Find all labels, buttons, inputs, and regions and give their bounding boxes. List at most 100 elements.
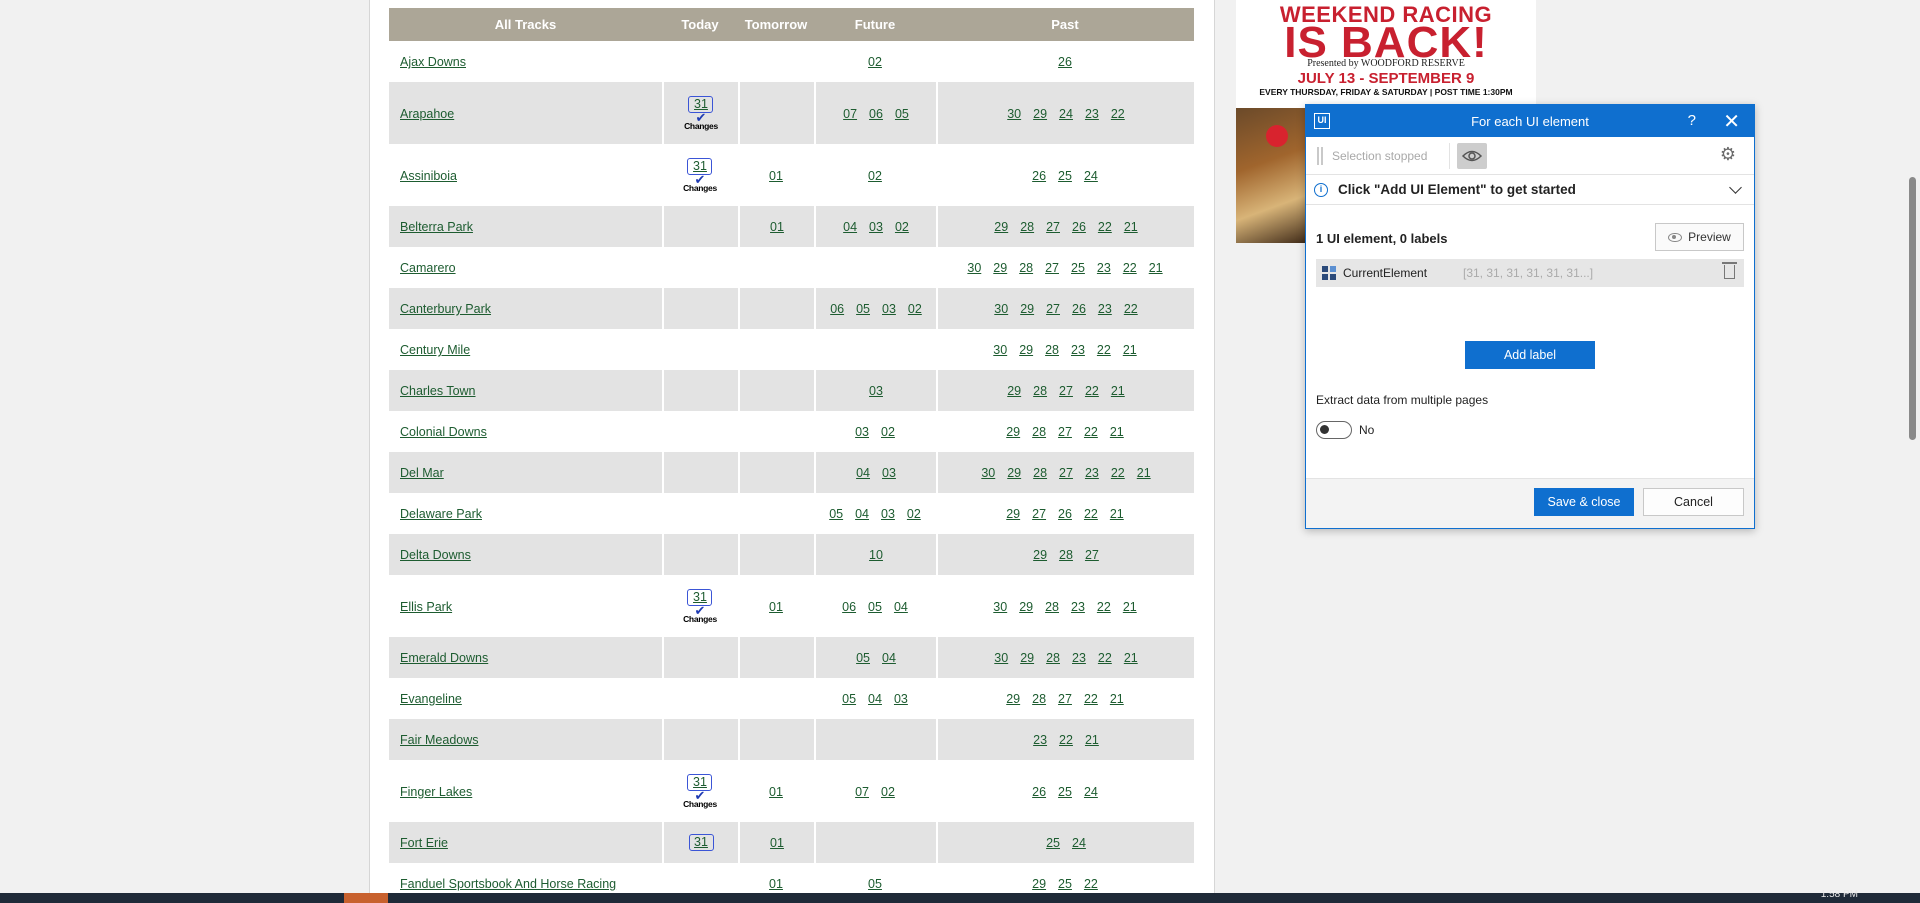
past-date-link[interactable]: 27 xyxy=(1059,384,1073,398)
past-date-link[interactable]: 22 xyxy=(1111,107,1125,121)
track-link[interactable]: Fort Erie xyxy=(400,836,448,850)
future-date-link[interactable]: 05 xyxy=(856,651,870,665)
future-date-link[interactable]: 07 xyxy=(855,785,869,799)
past-date-link[interactable]: 29 xyxy=(994,220,1008,234)
past-date-link[interactable]: 22 xyxy=(1123,261,1137,275)
taskbar-app-icon[interactable] xyxy=(108,893,152,903)
taskbar-active-app[interactable] xyxy=(344,893,388,903)
future-date-link[interactable]: 02 xyxy=(868,55,882,69)
past-date-link[interactable]: 24 xyxy=(1072,836,1086,850)
past-date-link[interactable]: 28 xyxy=(1019,261,1033,275)
future-date-link[interactable]: 03 xyxy=(882,302,896,316)
track-link[interactable]: Ellis Park xyxy=(400,600,452,614)
past-date-link[interactable]: 21 xyxy=(1110,692,1124,706)
save-close-button[interactable]: Save & close xyxy=(1534,488,1634,516)
past-date-link[interactable]: 21 xyxy=(1124,220,1138,234)
past-date-link[interactable]: 21 xyxy=(1111,384,1125,398)
past-date-link[interactable]: 23 xyxy=(1085,107,1099,121)
past-date-link[interactable]: 29 xyxy=(1006,692,1020,706)
past-date-link[interactable]: 27 xyxy=(1045,261,1059,275)
tomorrow-date-link[interactable]: 01 xyxy=(769,169,783,183)
past-date-link[interactable]: 27 xyxy=(1046,220,1060,234)
past-date-link[interactable]: 28 xyxy=(1046,651,1060,665)
past-date-link[interactable]: 29 xyxy=(1020,651,1034,665)
future-date-link[interactable]: 05 xyxy=(868,600,882,614)
past-date-link[interactable]: 26 xyxy=(1058,507,1072,521)
track-link[interactable]: Colonial Downs xyxy=(400,425,487,439)
add-label-button[interactable]: Add label xyxy=(1465,341,1595,369)
track-link[interactable]: Fair Meadows xyxy=(400,733,479,747)
past-date-link[interactable]: 30 xyxy=(981,466,995,480)
chevron-down-icon[interactable] xyxy=(1729,181,1742,194)
future-date-link[interactable]: 10 xyxy=(869,548,883,562)
track-link[interactable]: Del Mar xyxy=(400,466,444,480)
past-date-link[interactable]: 30 xyxy=(994,302,1008,316)
past-date-link[interactable]: 25 xyxy=(1058,877,1072,891)
track-link[interactable]: Charles Town xyxy=(400,384,476,398)
past-date-link[interactable]: 22 xyxy=(1097,343,1111,357)
future-date-link[interactable]: 03 xyxy=(869,384,883,398)
past-date-link[interactable]: 29 xyxy=(1033,548,1047,562)
track-link[interactable]: Delta Downs xyxy=(400,548,471,562)
changes-label[interactable]: Changes xyxy=(683,614,717,624)
future-date-link[interactable]: 04 xyxy=(843,220,857,234)
past-date-link[interactable]: 21 xyxy=(1085,733,1099,747)
past-date-link[interactable]: 28 xyxy=(1045,343,1059,357)
past-date-link[interactable]: 27 xyxy=(1058,425,1072,439)
past-date-link[interactable]: 22 xyxy=(1097,600,1111,614)
track-link[interactable]: Century Mile xyxy=(400,343,470,357)
future-date-link[interactable]: 02 xyxy=(908,302,922,316)
future-date-link[interactable]: 05 xyxy=(842,692,856,706)
past-date-link[interactable]: 29 xyxy=(1006,507,1020,521)
tomorrow-date-link[interactable]: 01 xyxy=(770,220,784,234)
future-date-link[interactable]: 03 xyxy=(882,466,896,480)
today-calendar-link[interactable]: 31 xyxy=(688,834,714,851)
past-date-link[interactable]: 23 xyxy=(1033,733,1047,747)
scrollbar-thumb[interactable] xyxy=(1909,177,1916,440)
future-date-link[interactable]: 07 xyxy=(843,107,857,121)
past-date-link[interactable]: 22 xyxy=(1098,220,1112,234)
ui-element-row[interactable]: CurrentElement [31, 31, 31, 31, 31, 31..… xyxy=(1316,259,1744,287)
future-date-link[interactable]: 02 xyxy=(881,425,895,439)
past-date-link[interactable]: 24 xyxy=(1059,107,1073,121)
track-link[interactable]: Arapahoe xyxy=(400,107,454,121)
past-date-link[interactable]: 21 xyxy=(1149,261,1163,275)
past-date-link[interactable]: 26 xyxy=(1032,785,1046,799)
past-date-link[interactable]: 26 xyxy=(1072,302,1086,316)
past-date-link[interactable]: 21 xyxy=(1137,466,1151,480)
past-date-link[interactable]: 28 xyxy=(1020,220,1034,234)
future-date-link[interactable]: 05 xyxy=(829,507,843,521)
past-date-link[interactable]: 22 xyxy=(1084,877,1098,891)
past-date-link[interactable]: 23 xyxy=(1071,600,1085,614)
past-date-link[interactable]: 29 xyxy=(1019,600,1033,614)
trash-icon[interactable] xyxy=(1722,262,1737,279)
past-date-link[interactable]: 30 xyxy=(967,261,981,275)
track-link[interactable]: Finger Lakes xyxy=(400,785,472,799)
changes-label[interactable]: Changes xyxy=(683,799,717,809)
past-date-link[interactable]: 27 xyxy=(1059,466,1073,480)
track-link[interactable]: Evangeline xyxy=(400,692,462,706)
future-date-link[interactable]: 05 xyxy=(895,107,909,121)
future-date-link[interactable]: 02 xyxy=(907,507,921,521)
future-date-link[interactable]: 03 xyxy=(855,425,869,439)
track-link[interactable]: Belterra Park xyxy=(400,220,473,234)
past-date-link[interactable]: 25 xyxy=(1046,836,1060,850)
past-date-link[interactable]: 24 xyxy=(1084,169,1098,183)
past-date-link[interactable]: 22 xyxy=(1059,733,1073,747)
past-date-link[interactable]: 26 xyxy=(1032,169,1046,183)
past-date-link[interactable]: 23 xyxy=(1097,261,1111,275)
past-date-link[interactable]: 23 xyxy=(1098,302,1112,316)
future-date-link[interactable]: 06 xyxy=(869,107,883,121)
track-link[interactable]: Camarero xyxy=(400,261,456,275)
past-date-link[interactable]: 27 xyxy=(1032,507,1046,521)
past-date-link[interactable]: 23 xyxy=(1085,466,1099,480)
past-date-link[interactable]: 26 xyxy=(1072,220,1086,234)
track-link[interactable]: Emerald Downs xyxy=(400,651,488,665)
tomorrow-date-link[interactable]: 01 xyxy=(769,877,783,891)
past-date-link[interactable]: 21 xyxy=(1110,507,1124,521)
past-date-link[interactable]: 30 xyxy=(1007,107,1021,121)
future-date-link[interactable]: 03 xyxy=(869,220,883,234)
past-date-link[interactable]: 22 xyxy=(1111,466,1125,480)
past-date-link[interactable]: 28 xyxy=(1059,548,1073,562)
past-date-link[interactable]: 30 xyxy=(994,651,1008,665)
